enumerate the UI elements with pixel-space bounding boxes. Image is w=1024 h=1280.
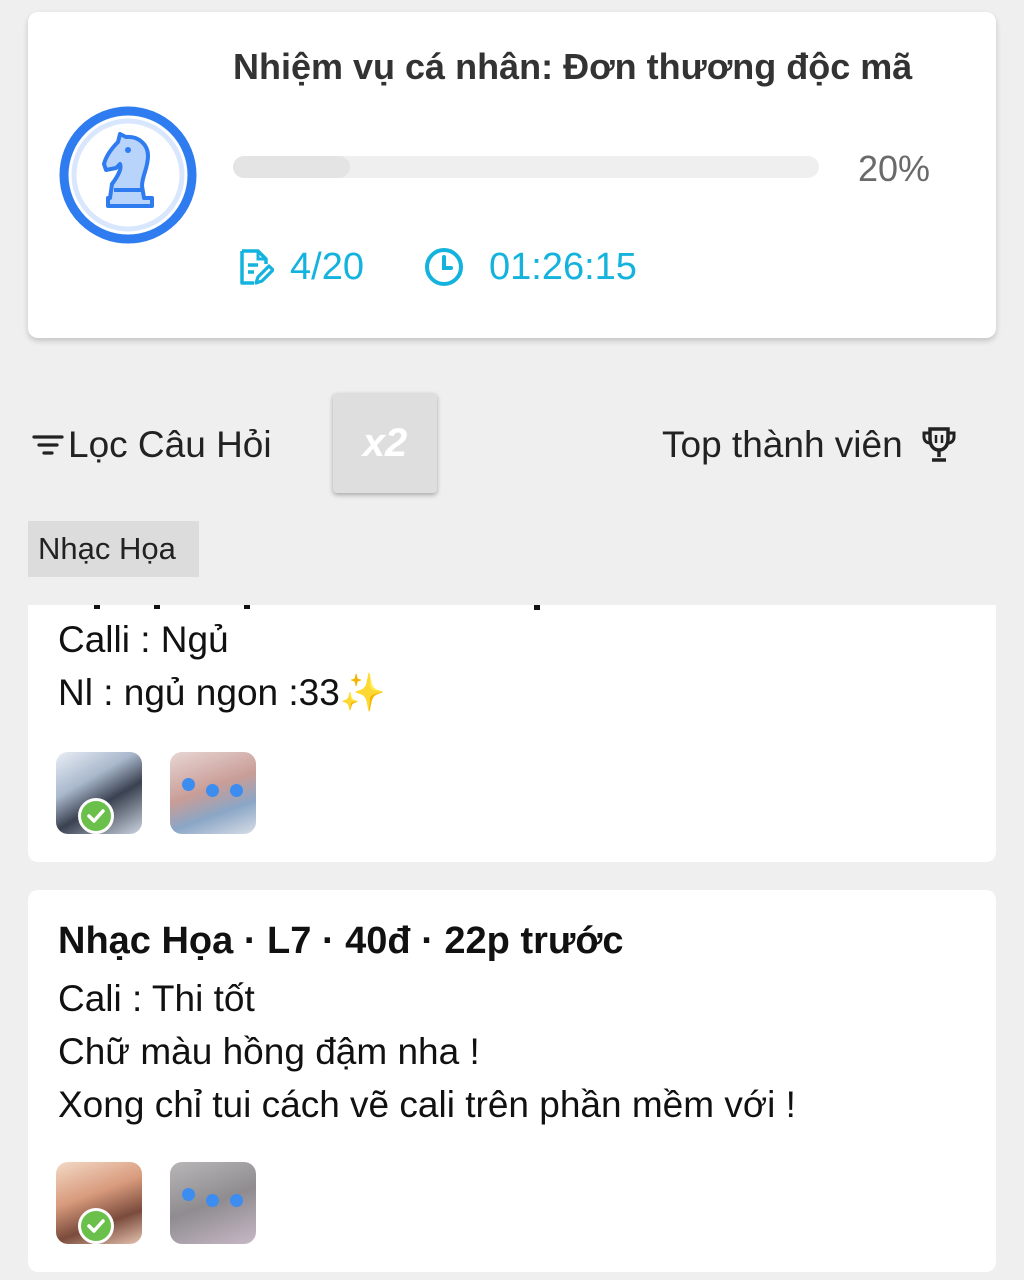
trophy-icon xyxy=(922,427,956,462)
mission-progress-text: 20% xyxy=(858,148,931,189)
avatar-answered[interactable] xyxy=(56,752,142,834)
multiplier-button[interactable]: x2 xyxy=(333,393,437,493)
status-dot xyxy=(206,1194,219,1207)
clock-icon xyxy=(425,248,463,286)
post-content-line: Nl : ngủ ngon :33✨ xyxy=(58,672,386,713)
cut-off-text-fragment xyxy=(94,605,540,610)
filter-questions-button[interactable]: Lọc Câu Hỏi xyxy=(30,412,272,478)
mission-progress-bar xyxy=(233,156,819,178)
check-icon xyxy=(78,1208,114,1244)
status-dot xyxy=(206,784,219,797)
status-dot xyxy=(230,1194,243,1207)
avatar-pending[interactable] xyxy=(170,1162,256,1244)
mission-timer: 01:26:15 xyxy=(423,242,637,292)
post-content-line: Chữ màu hồng đậm nha ! xyxy=(58,1031,480,1072)
filter-icon xyxy=(32,435,64,455)
mission-card[interactable]: Nhiệm vụ cá nhân: Đơn thương độc mã 20% … xyxy=(28,12,996,338)
mission-tasks: 4/20 xyxy=(238,242,364,292)
post-content-line: Calli : Ngủ xyxy=(58,619,229,660)
filter-label: Lọc Câu Hỏi xyxy=(68,424,272,465)
mission-tasks-count: 4/20 xyxy=(290,245,364,288)
document-edit-icon xyxy=(240,249,274,285)
mission-progress-fill xyxy=(233,156,351,178)
mission-timer-value: 01:26:15 xyxy=(489,245,637,288)
top-members-button[interactable]: Top thành viên xyxy=(662,414,957,476)
status-dot xyxy=(230,784,243,797)
mission-title: Nhiệm vụ cá nhân: Đơn thương độc mã xyxy=(233,46,913,87)
mission-badge xyxy=(56,106,200,244)
chess-knight-icon xyxy=(59,106,197,244)
question-card[interactable]: Nhạc Họa · L7 · 40đ · 22p trước Cali : T… xyxy=(28,890,996,1272)
avatar-answered[interactable] xyxy=(56,1162,142,1244)
question-card[interactable]: Calli : Ngủ Nl : ngủ ngon :33✨ xyxy=(28,605,996,862)
avatar-pending[interactable] xyxy=(170,752,256,834)
subject-tag[interactable]: Nhạc Họa xyxy=(28,521,199,577)
post-content-line: Xong chỉ tui cách vẽ cali trên phần mềm … xyxy=(58,1084,796,1125)
post-meta-header: Nhạc Họa · L7 · 40đ · 22p trước xyxy=(58,920,624,962)
status-dot xyxy=(182,778,195,791)
check-icon xyxy=(78,798,114,834)
top-members-label: Top thành viên xyxy=(662,424,903,465)
status-dot xyxy=(182,1188,195,1201)
post-content-line: Cali : Thi tốt xyxy=(58,978,255,1019)
